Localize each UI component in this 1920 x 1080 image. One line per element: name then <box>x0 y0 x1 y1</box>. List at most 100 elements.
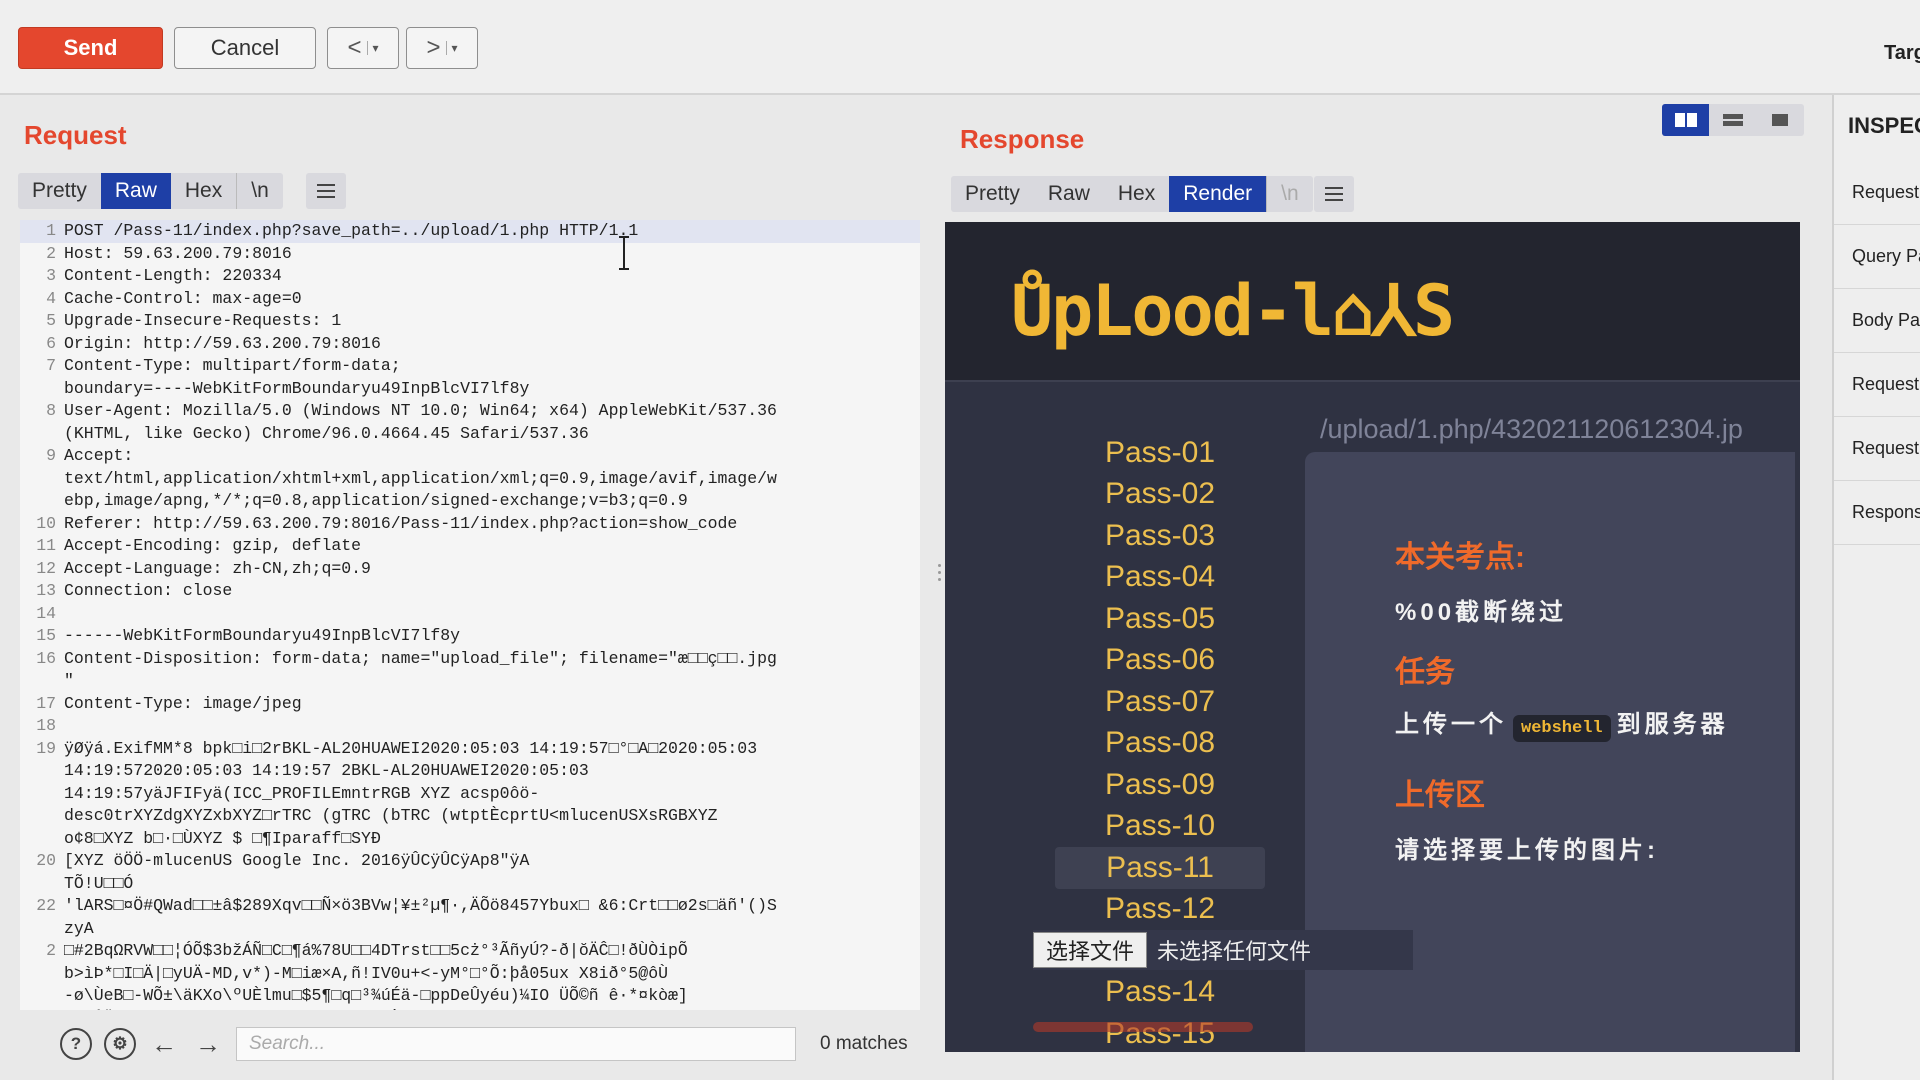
pass-link[interactable]: Pass-08 <box>1055 723 1265 765</box>
inspector-query-params[interactable]: Query Pa <box>1834 225 1920 289</box>
cancel-button[interactable]: Cancel <box>174 27 316 69</box>
code-line[interactable]: 2 □#2BqΩRVW□□¦ÓÕ$3bžÁÑ□C□¶á%78U□□4DTrst□□… <box>20 940 920 963</box>
code-line[interactable]: 9 Accept: <box>20 445 920 468</box>
line-number <box>20 985 64 1008</box>
line-text: zyA <box>64 918 94 938</box>
code-line[interactable]: 22 'lARS□¤Ö#QWad□□±â$289Xqv□□Ñ×ö3BVw¦¥±²µ… <box>20 895 920 918</box>
code-line[interactable]: 14:19:57yäJFIFyä(ICC_PROFILEmntrRGB XYZ … <box>20 783 920 806</box>
inspector-request-attributes[interactable]: Request <box>1834 161 1920 225</box>
code-line[interactable]: 8 User-Agent: Mozilla/5.0 (Windows NT 10.… <box>20 400 920 423</box>
pass-link[interactable]: Pass-09 <box>1055 764 1265 806</box>
tab-raw[interactable]: Raw <box>100 173 171 209</box>
pass-link[interactable]: Pass-12 <box>1055 889 1265 931</box>
tab-newline-toggle[interactable]: \n <box>1266 176 1313 212</box>
code-line[interactable]: 6 Origin: http://59.63.200.79:8016 <box>20 333 920 356</box>
pass-link[interactable]: Pass-05 <box>1055 598 1265 640</box>
code-line[interactable]: b>ìÞ*□I□Ä|□yUÄ-MD,v*)-M□iæ×A,ñ!IV0u+<-yM… <box>20 963 920 986</box>
code-line[interactable]: 20 [XYZ öÖÖ-mlucenUS Google Inc. 2016ÿÛCÿ… <box>20 850 920 873</box>
line-text: Content-Disposition: form-data; name="up… <box>64 648 777 668</box>
arrow-right-icon[interactable]: → <box>192 1029 224 1060</box>
arrow-left-icon[interactable]: ← <box>148 1029 180 1060</box>
history-forward-button[interactable]: > ▾ <box>406 27 478 69</box>
pass-link[interactable]: Pass-04 <box>1055 557 1265 599</box>
test-point-text: %00截断绕过 <box>1395 599 1568 626</box>
pass-link[interactable]: Pass-07 <box>1055 681 1265 723</box>
code-line[interactable]: @EhÅÄLXÐ°ác*ŕO.?9ê»□°□æ°bOO°□ai□7Èusu³®=… <box>20 1008 920 1011</box>
code-line[interactable]: 5 Upgrade-Insecure-Requests: 1 <box>20 310 920 333</box>
tab-pretty[interactable]: Pretty <box>951 176 1034 212</box>
code-line[interactable]: 17 Content-Type: image/jpeg <box>20 693 920 716</box>
history-back-button[interactable]: < ▾ <box>327 27 399 69</box>
tab-hex[interactable]: Hex <box>171 173 236 209</box>
line-text: Cache-Control: max-age=0 <box>64 288 302 308</box>
request-menu-button[interactable] <box>306 173 346 209</box>
response-menu-button[interactable] <box>1314 176 1354 212</box>
code-line[interactable]: 14:19:572020:05:03 14:19:57 2BKL-AL20HUA… <box>20 760 920 783</box>
code-line[interactable]: 1 POST /Pass-11/index.php?save_path=../up… <box>20 220 920 243</box>
pass-link[interactable]: Pass-03 <box>1055 515 1265 557</box>
code-line[interactable]: 14 <box>20 603 920 626</box>
pass-link[interactable]: Pass-10 <box>1055 806 1265 848</box>
line-number: 20 <box>36 851 56 870</box>
code-line[interactable]: 7 Content-Type: multipart/form-data; <box>20 355 920 378</box>
split-horizontal-layout-button[interactable] <box>1662 104 1710 136</box>
single-tab-layout-button[interactable] <box>1757 104 1804 136</box>
inspector-request-cookies[interactable]: Request <box>1834 353 1920 417</box>
tab-pretty[interactable]: Pretty <box>18 173 101 209</box>
dropdown-caret-icon[interactable]: ▾ <box>446 41 458 55</box>
pass-link[interactable]: Pass-06 <box>1055 640 1265 682</box>
code-line[interactable]: TÕ!U□□Ó <box>20 873 920 896</box>
tab-render[interactable]: Render <box>1169 176 1267 212</box>
code-line[interactable]: 13 Connection: close <box>20 580 920 603</box>
code-line[interactable]: 19 ÿØÿá.ExifMM*8 bpk□i□2rBKL-AL20HUAWEI20… <box>20 738 920 761</box>
code-line[interactable]: ebp,image/apng,*/*;q=0.8,application/sig… <box>20 490 920 513</box>
split-vertical-layout-button[interactable] <box>1709 104 1756 136</box>
code-line[interactable]: " <box>20 670 920 693</box>
tab-newline-toggle[interactable]: \n <box>236 173 283 209</box>
line-number: 19 <box>36 738 56 758</box>
code-line[interactable]: 3 Content-Length: 220334 <box>20 265 920 288</box>
tab-hex[interactable]: Hex <box>1104 176 1169 212</box>
target-label[interactable]: Targ <box>1884 42 1920 65</box>
code-line[interactable]: (KHTML, like Gecko) Chrome/96.0.4664.45 … <box>20 423 920 446</box>
code-line[interactable]: zyA <box>20 918 920 941</box>
code-line[interactable]: -ø\ÙeB□-WÕ±\äKXo\ºUÈlmu□$5¶□q□³¾úÉä-□ppD… <box>20 985 920 1008</box>
choose-image-prompt: 请选择要上传的图片: <box>1395 837 1659 864</box>
pass-link[interactable]: Pass-11 <box>1055 847 1265 889</box>
pass-link[interactable]: Pass-15 <box>1055 1013 1265 1052</box>
code-line[interactable]: 18 <box>20 715 920 738</box>
request-editor[interactable]: 1 POST /Pass-11/index.php?save_path=../up… <box>20 220 920 1010</box>
code-line[interactable]: 16 Content-Disposition: form-data; name="… <box>20 648 920 671</box>
search-input[interactable]: Search... <box>236 1027 796 1061</box>
pass-link[interactable]: Pass-14 <box>1055 972 1265 1014</box>
code-line[interactable]: desc0trXYZdgXYZxbXYZ□rTRC (gTRC (bTRC (w… <box>20 805 920 828</box>
tab-raw[interactable]: Raw <box>1034 176 1104 212</box>
code-line[interactable]: 10 Referer: http://59.63.200.79:8016/Pass… <box>20 513 920 536</box>
code-line[interactable]: 4 Cache-Control: max-age=0 <box>20 288 920 311</box>
file-input[interactable]: 选择文件 未选择任何文件 <box>1033 930 1413 970</box>
code-line[interactable]: 15 ------WebKitFormBoundaryu49InpBlcVI7lf… <box>20 625 920 648</box>
line-text: o¢8□XYZ b□·□ÙXYZ $ □¶Iparaff□SYÐ <box>64 828 381 848</box>
inspector-body-params[interactable]: Body Par <box>1834 289 1920 353</box>
code-line[interactable]: text/html,application/xhtml+xml,applicat… <box>20 468 920 491</box>
pass-link[interactable]: Pass-01 <box>1055 432 1265 474</box>
gear-icon[interactable]: ⚙ <box>104 1028 136 1060</box>
pane-splitter[interactable] <box>936 560 942 600</box>
code-line[interactable]: boundary=----WebKitFormBoundaryu49InpBlc… <box>20 378 920 401</box>
heading-test-point: 本关考点: <box>1395 541 1525 574</box>
choose-file-button[interactable]: 选择文件 <box>1033 932 1148 968</box>
code-line[interactable]: 11 Accept-Encoding: gzip, deflate <box>20 535 920 558</box>
line-text: Content-Length: 220334 <box>64 266 282 285</box>
send-button[interactable]: Send <box>18 27 163 69</box>
inspector-response-headers[interactable]: Response <box>1834 481 1920 545</box>
dropdown-caret-icon[interactable]: ▾ <box>367 41 379 55</box>
pass-link[interactable]: Pass-02 <box>1055 474 1265 516</box>
help-icon[interactable]: ? <box>60 1028 92 1060</box>
code-line[interactable]: o¢8□XYZ b□·□ÙXYZ $ □¶Iparaff□SYÐ <box>20 828 920 851</box>
code-line[interactable]: 12 Accept-Language: zh-CN,zh;q=0.9 <box>20 558 920 581</box>
line-text: @EhÅÄLXÐ°ác*ŕO.?9ê»□°□æ°bOO°□ai□7Èusu³®=… <box>64 1008 678 1011</box>
line-number <box>20 918 64 941</box>
inspector-request-headers[interactable]: Request H <box>1834 417 1920 481</box>
line-number: 17 <box>36 693 56 713</box>
code-line[interactable]: 2 Host: 59.63.200.79:8016 <box>20 243 920 266</box>
